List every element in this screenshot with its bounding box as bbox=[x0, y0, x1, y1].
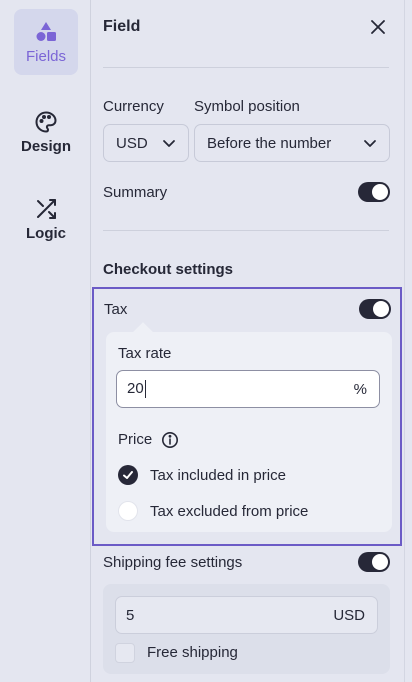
sidebar-item-label: Design bbox=[20, 137, 71, 155]
check-icon bbox=[123, 471, 133, 479]
currency-select[interactable]: USD bbox=[103, 124, 189, 162]
tax-excluded-label: Tax excluded from price bbox=[150, 503, 309, 520]
tax-rate-unit: % bbox=[353, 380, 367, 398]
scrollbar[interactable] bbox=[404, 0, 412, 682]
symbol-position-label: Symbol position bbox=[194, 98, 300, 115]
shapes-icon bbox=[34, 20, 58, 44]
sidebar-item-logic[interactable]: Logic bbox=[14, 186, 78, 252]
panel-title: Field bbox=[103, 18, 141, 35]
close-icon[interactable] bbox=[369, 18, 387, 36]
summary-label: Summary bbox=[103, 184, 168, 201]
price-label: Price bbox=[118, 431, 153, 448]
shipping-fee-unit: USD bbox=[333, 606, 365, 624]
sidebar: Fields Design Logic bbox=[0, 0, 91, 682]
tax-rate-value: 20 bbox=[127, 379, 144, 397]
tax-rate-label: Tax rate bbox=[118, 345, 172, 362]
currency-value: USD bbox=[116, 134, 148, 152]
shipping-toggle[interactable] bbox=[358, 552, 390, 572]
summary-toggle[interactable] bbox=[358, 182, 390, 202]
tax-toggle[interactable] bbox=[359, 299, 391, 319]
symbol-position-value: Before the number bbox=[207, 134, 332, 152]
free-shipping-label: Free shipping bbox=[147, 644, 238, 661]
divider bbox=[103, 67, 389, 68]
palette-icon bbox=[34, 110, 58, 134]
symbol-position-select[interactable]: Before the number bbox=[194, 124, 390, 162]
tax-included-label: Tax included in price bbox=[150, 467, 286, 484]
shipping-options-card: 5 USD Free shipping bbox=[103, 584, 390, 674]
checkout-settings-heading: Checkout settings bbox=[103, 261, 234, 278]
tax-excluded-radio[interactable] bbox=[118, 501, 138, 521]
tax-options-card: Tax rate 20 % Price Tax included in pric… bbox=[106, 322, 392, 532]
shipping-fee-label: Shipping fee settings bbox=[103, 554, 243, 571]
tax-included-radio[interactable] bbox=[118, 465, 138, 485]
sidebar-item-label: Logic bbox=[26, 224, 66, 242]
shipping-fee-value: 5 bbox=[126, 606, 135, 624]
tax-label: Tax bbox=[104, 301, 128, 318]
tax-rate-input[interactable]: 20 % bbox=[116, 370, 380, 408]
free-shipping-checkbox[interactable] bbox=[115, 643, 135, 663]
shipping-fee-input[interactable]: 5 USD bbox=[115, 596, 378, 634]
chevron-down-icon bbox=[364, 140, 376, 147]
tax-settings-section: Tax Tax rate 20 % Price Tax included in … bbox=[92, 287, 402, 546]
chevron-down-icon bbox=[163, 140, 175, 147]
sidebar-item-label: Fields bbox=[25, 47, 66, 65]
divider bbox=[103, 230, 389, 231]
shuffle-icon bbox=[34, 197, 58, 221]
info-icon[interactable] bbox=[161, 431, 179, 449]
sidebar-item-fields[interactable]: Fields bbox=[14, 9, 78, 75]
sidebar-item-design[interactable]: Design bbox=[14, 99, 78, 165]
currency-label: Currency bbox=[103, 98, 164, 115]
